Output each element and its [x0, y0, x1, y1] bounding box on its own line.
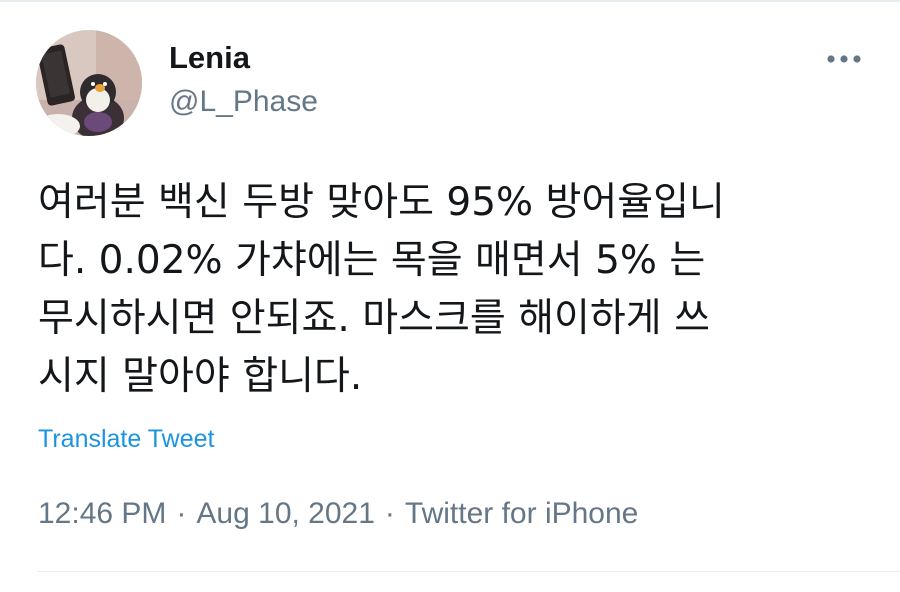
- tweet-text-line: 여러분 백신 두방 맞아도 95% 방어율입니: [38, 180, 725, 225]
- tweet-metadata: 12:46 PM · Aug 10, 2021 · Twitter for iPhone: [38, 496, 638, 532]
- bottom-divider: [38, 571, 900, 572]
- user-handle[interactable]: @L_Phase: [169, 84, 318, 120]
- tweet-text-line: 무시하시면 안되죠. 마스크를 해이하게 쓰: [38, 296, 710, 341]
- more-icon[interactable]: [824, 44, 864, 74]
- tweet: Lenia @L_Phase 여러분 백신 두방 맞아도 95% 방어율입니 다…: [0, 0, 900, 592]
- tweet-date[interactable]: Aug 10, 2021: [196, 497, 375, 530]
- avatar[interactable]: [36, 30, 142, 136]
- display-name[interactable]: Lenia: [169, 40, 250, 76]
- separator: ·: [176, 497, 187, 530]
- tweet-text: 여러분 백신 두방 맞아도 95% 방어율입니 다. 0.02% 가챠에는 목을…: [38, 174, 873, 406]
- profile-photo: [36, 30, 142, 136]
- tweet-text-line: 다. 0.02% 가챠에는 목을 매면서 5% 는: [38, 238, 706, 283]
- translate-tweet-link[interactable]: Translate Tweet: [38, 424, 214, 454]
- tweet-source-link[interactable]: Twitter for iPhone: [405, 497, 638, 530]
- tweet-text-line: 시지 말아야 합니다.: [38, 354, 363, 399]
- separator: ·: [384, 497, 395, 530]
- tweet-time[interactable]: 12:46 PM: [38, 497, 166, 530]
